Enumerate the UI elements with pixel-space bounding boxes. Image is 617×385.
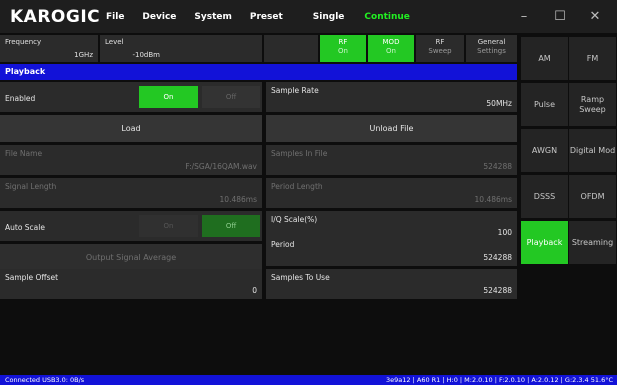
general-settings-line1: General — [477, 38, 506, 46]
file-name-value: F:/SGA/16QAM.wav — [185, 162, 257, 171]
sidebar-item-awgn[interactable]: AWGN — [521, 129, 568, 172]
connection-status: Connected USB3.0: 0B/s — [5, 376, 85, 384]
frequency-value: 1GHz — [74, 51, 93, 59]
samples-to-use-value: 524288 — [483, 286, 512, 295]
sidebar-item-playback[interactable]: Playback — [521, 221, 568, 264]
period-length-field: Period Length 10.486ms — [266, 178, 517, 208]
menu-device[interactable]: Device — [142, 12, 176, 22]
file-name-label: File Name — [5, 149, 43, 158]
close-icon[interactable]: ✕ — [580, 0, 610, 33]
status-bar: Connected USB3.0: 0B/s 3e9a12 | A60 R1 |… — [0, 375, 617, 385]
sidebar-item-digital-mod[interactable]: Digital Mod — [569, 129, 616, 172]
frequency-field[interactable]: Frequency 1GHz — [0, 35, 98, 62]
output-signal-average-button[interactable]: Output Signal Average — [0, 244, 262, 270]
period-length-value: 10.486ms — [474, 195, 512, 204]
sidebar-item-dsss[interactable]: DSSS — [521, 175, 568, 218]
maximize-icon[interactable]: ☐ — [545, 0, 575, 33]
level-label: Level — [105, 38, 124, 46]
frequency-label: Frequency — [5, 38, 42, 46]
sidebar-item-ramp-sweep[interactable]: Ramp Sweep — [569, 83, 616, 126]
enabled-off-button[interactable]: Off — [202, 86, 260, 108]
sidebar-item-streaming[interactable]: Streaming — [569, 221, 616, 264]
menu-bar: KAROGIC File Device System Preset Single… — [0, 0, 617, 33]
signal-length-field: Signal Length 10.486ms — [0, 178, 262, 208]
enabled-row: Enabled On Off — [0, 82, 262, 112]
samples-in-file-value: 524288 — [483, 162, 512, 171]
unload-file-button[interactable]: Unload File — [266, 115, 517, 142]
sample-rate-field[interactable]: Sample Rate 50MHz — [266, 82, 517, 112]
signal-length-value: 10.486ms — [219, 195, 257, 204]
rf-sweep-button[interactable]: RF Sweep — [416, 35, 464, 62]
auto-scale-label: Auto Scale — [5, 223, 45, 232]
general-settings-line2: Settings — [477, 47, 506, 55]
enabled-on-button[interactable]: On — [139, 86, 198, 108]
app-logo: KAROGIC — [10, 6, 101, 27]
enabled-label: Enabled — [5, 94, 36, 103]
sample-offset-value: 0 — [252, 286, 257, 295]
sidebar-item-am[interactable]: AM — [521, 37, 568, 80]
menu-continue[interactable]: Continue — [364, 12, 410, 22]
mod-state: On — [386, 47, 396, 55]
auto-scale-on-button[interactable]: On — [139, 215, 198, 237]
rf-label: RF — [338, 38, 348, 46]
sidebar-item-fm[interactable]: FM — [569, 37, 616, 80]
sample-offset-field[interactable]: Sample Offset 0 — [0, 269, 262, 299]
section-title: Playback — [0, 64, 517, 80]
load-button[interactable]: Load — [0, 115, 262, 142]
level-value: -10dBm — [132, 51, 161, 59]
sample-rate-label: Sample Rate — [271, 86, 319, 95]
file-name-field: File Name F:/SGA/16QAM.wav — [0, 145, 262, 175]
general-settings-button[interactable]: General Settings — [466, 35, 517, 62]
auto-scale-row: Auto Scale On Off — [0, 211, 262, 241]
param-spacer — [264, 35, 318, 62]
auto-scale-off-button[interactable]: Off — [202, 215, 260, 237]
mod-toggle[interactable]: MOD On — [368, 35, 414, 62]
sidebar-item-pulse[interactable]: Pulse — [521, 83, 568, 126]
period-value: 524288 — [483, 253, 512, 262]
rf-toggle[interactable]: RF On — [320, 35, 366, 62]
sidebar-item-ofdm[interactable]: OFDM — [569, 175, 616, 218]
samples-to-use-label: Samples To Use — [271, 273, 330, 282]
rf-sweep-line2: Sweep — [428, 47, 452, 55]
minimize-icon[interactable]: – — [509, 0, 539, 33]
period-label: Period — [271, 240, 295, 249]
rf-sweep-line1: RF — [435, 38, 445, 46]
samples-to-use-field[interactable]: Samples To Use 524288 — [266, 269, 517, 299]
period-field[interactable]: Period 524288 — [266, 236, 517, 266]
period-length-label: Period Length — [271, 182, 323, 191]
menu-system[interactable]: System — [194, 12, 232, 22]
rf-state: On — [338, 47, 348, 55]
menu-preset[interactable]: Preset — [250, 12, 283, 22]
mod-label: MOD — [382, 38, 400, 46]
menu-file[interactable]: File — [106, 12, 124, 22]
menu-single[interactable]: Single — [313, 12, 345, 22]
signal-length-label: Signal Length — [5, 182, 57, 191]
samples-in-file-field: Samples In File 524288 — [266, 145, 517, 175]
sample-offset-label: Sample Offset — [5, 273, 59, 282]
device-info: 3e9a12 | A60 R1 | H:0 | M:2.0.10 | F:2.0… — [386, 376, 613, 384]
samples-in-file-label: Samples In File — [271, 149, 328, 158]
level-field[interactable]: Level -10dBm — [100, 35, 262, 62]
iq-scale-label: I/Q Scale(%) — [271, 215, 318, 224]
sample-rate-value: 50MHz — [486, 99, 512, 108]
